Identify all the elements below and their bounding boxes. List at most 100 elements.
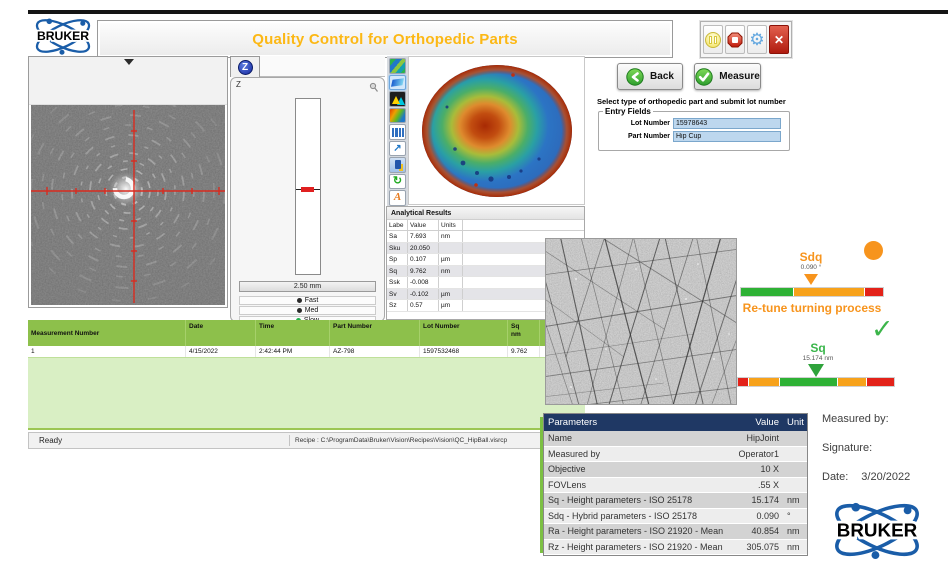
- check-circle-icon: [695, 68, 713, 86]
- speed-label: Med: [305, 307, 319, 314]
- table-cell: Name: [544, 431, 734, 446]
- check-icon: ✓: [871, 314, 894, 345]
- measurement-table-header: Measurement Number Date Time Part Number…: [28, 320, 585, 346]
- page-title: Quality Control for Orthopedic Parts: [252, 31, 518, 48]
- window-controls: ⚙ ✕: [700, 21, 792, 58]
- sq-header: Sq: [511, 323, 536, 331]
- table-row[interactable]: Measured byOperator1: [544, 447, 807, 463]
- peaks-icon[interactable]: [389, 91, 406, 107]
- z-tabstrip: [260, 56, 385, 77]
- title-bar: Quality Control for Orthopedic Parts: [97, 20, 673, 58]
- measured-by-label: Measured by:: [822, 413, 910, 425]
- live-video-panel: [28, 56, 228, 308]
- z-slider-marker[interactable]: [296, 189, 320, 190]
- column-header: Measurement Number: [28, 320, 186, 346]
- view-toolbar: [387, 56, 408, 214]
- column-header: Value: [734, 414, 783, 431]
- table-cell: Objective: [544, 462, 734, 477]
- z-stage-body: Z 2.50 mm FastMedSlow: [230, 77, 385, 322]
- table-row[interactable]: Ra - Height parameters - ISO 21920 - Mea…: [544, 524, 807, 540]
- stop-button[interactable]: [725, 25, 745, 54]
- export-image-icon[interactable]: [389, 141, 406, 157]
- settings-button[interactable]: ⚙: [747, 25, 767, 54]
- bruker-logo: BRUKER: [30, 15, 96, 57]
- bar-segment: [738, 378, 749, 386]
- histogram-icon[interactable]: [389, 124, 406, 140]
- table-row[interactable]: 14/15/20222:42:44 PMAZ-79815975324689.76…: [28, 346, 585, 358]
- video-panel-header: [29, 57, 227, 105]
- column-header: Date: [186, 320, 256, 346]
- table-cell: °: [783, 509, 807, 524]
- sdq-label: Sdq: [781, 250, 841, 264]
- bar-segment: [749, 378, 780, 386]
- speed-option-fast[interactable]: Fast: [239, 296, 376, 305]
- table-row[interactable]: Sq - Height parameters - ISO 2517815.174…: [544, 493, 807, 509]
- table-cell: 4/15/2022: [186, 346, 256, 357]
- multi-image-icon[interactable]: [389, 108, 406, 124]
- table-cell: 20.050: [408, 243, 439, 254]
- table-cell: 40.854: [734, 524, 783, 539]
- lot-number-row: Lot Number: [599, 118, 781, 129]
- z-slider-track[interactable]: [295, 98, 321, 275]
- table-cell: µm: [439, 300, 463, 311]
- table-row[interactable]: Rz - Height parameters - ISO 21920 - Mea…: [544, 540, 807, 556]
- analytical-results-title: Analytical Results: [387, 207, 584, 220]
- table-cell: µm: [439, 254, 463, 265]
- column-header: Labe: [387, 220, 408, 230]
- analysis-icon[interactable]: [389, 190, 406, 206]
- table-cell: Rz - Height parameters - ISO 21920 - Mea…: [544, 540, 734, 555]
- bar-segment: [865, 288, 883, 296]
- lot-number-input[interactable]: [673, 118, 781, 129]
- collapse-chevron-icon[interactable]: [124, 59, 134, 65]
- table-row[interactable]: Objective10 X: [544, 462, 807, 478]
- table-cell: Sp: [387, 254, 408, 265]
- table-row[interactable]: FOVLens.55 X: [544, 478, 807, 494]
- table-cell: Sdq - Hybrid parameters - ISO 25178: [544, 509, 734, 524]
- table-cell: 1597532468: [420, 346, 508, 357]
- bar-segment: [867, 378, 894, 386]
- table-row[interactable]: NameHipJoint: [544, 431, 807, 447]
- table-cell: 0.090: [734, 509, 783, 524]
- back-button[interactable]: Back: [617, 63, 683, 90]
- brand-text: BRUKER: [837, 519, 918, 540]
- retune-message: Re-tune turning process: [731, 301, 893, 315]
- pause-icon: [705, 32, 721, 48]
- table-row[interactable]: Sdq - Hybrid parameters - ISO 251780.090…: [544, 509, 807, 525]
- table-cell: 0.57: [408, 300, 439, 311]
- 3d-surface-icon[interactable]: [389, 75, 406, 91]
- table-cell: 9.762: [508, 346, 540, 357]
- surface-map-icon[interactable]: [389, 58, 406, 74]
- sq-unit: nm: [511, 331, 536, 339]
- table-cell: nm: [783, 493, 807, 508]
- z-slider-handle[interactable]: [301, 187, 314, 192]
- table-cell: HipJoint: [734, 431, 783, 446]
- z-range-value: 2.50 mm: [294, 283, 321, 290]
- table-cell: 2:42:44 PM: [256, 346, 330, 357]
- table-cell: Sq: [387, 266, 408, 277]
- sync-icon[interactable]: [389, 174, 406, 190]
- back-label: Back: [650, 71, 674, 82]
- surface-map-panel: [408, 56, 585, 205]
- interferometer-live-image[interactable]: [31, 105, 225, 305]
- surface-height-map[interactable]: [421, 63, 573, 199]
- signature-block: Measured by: Signature: Date:3/20/2022: [822, 413, 910, 500]
- part-number-input[interactable]: [673, 131, 781, 142]
- z-tab[interactable]: Z: [230, 56, 260, 77]
- bar-segment: [794, 288, 865, 296]
- measure-button[interactable]: Measure: [694, 63, 761, 90]
- brand-text: BRUKER: [37, 29, 89, 43]
- status-text: Ready: [39, 433, 62, 448]
- speed-option-med[interactable]: Med: [239, 306, 376, 315]
- close-button[interactable]: ✕: [769, 25, 789, 54]
- speed-label: Fast: [305, 297, 319, 304]
- table-cell: Operator1: [734, 447, 783, 462]
- column-header: Lot Number: [420, 320, 508, 346]
- close-icon: ✕: [774, 34, 784, 46]
- pause-button[interactable]: [703, 25, 723, 54]
- instrument-icon[interactable]: [389, 157, 406, 173]
- surface-texture-image[interactable]: [545, 238, 737, 405]
- pin-icon[interactable]: [368, 80, 379, 91]
- table-cell: Sq - Height parameters - ISO 25178: [544, 493, 734, 508]
- warning-dot-icon: [864, 241, 883, 260]
- table-cell: 1: [28, 346, 186, 357]
